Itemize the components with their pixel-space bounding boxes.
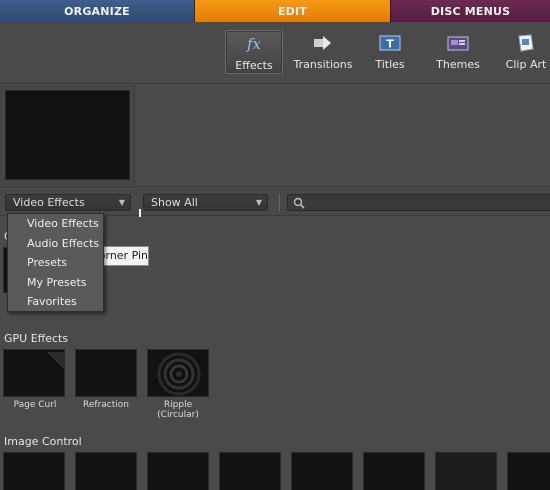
- preview-panel: [0, 85, 135, 185]
- search-input[interactable]: [287, 194, 550, 211]
- effect-thumbnail[interactable]: [435, 452, 497, 490]
- titles-icon: T: [379, 33, 401, 53]
- effect-thumbnail[interactable]: [291, 452, 353, 490]
- effect-thumbnail[interactable]: [507, 452, 550, 490]
- clip-art-label: Clip Art: [505, 58, 547, 71]
- tab-disc-menus[interactable]: DISC MENUS: [390, 0, 550, 22]
- transitions-label: Transitions: [293, 58, 353, 71]
- show-filter-value: Show All: [151, 196, 198, 209]
- mode-tabs: ORGANIZE EDIT DISC MENUS: [0, 0, 550, 22]
- effect-thumbnail[interactable]: [219, 452, 281, 490]
- clip-art-button[interactable]: Clip Art: [505, 30, 547, 74]
- effect-label-refraction: Refraction: [83, 400, 129, 410]
- themes-icon: [447, 33, 469, 53]
- titles-button[interactable]: T Titles: [370, 30, 410, 74]
- effect-info-panel: [136, 85, 550, 185]
- transitions-icon: [312, 33, 334, 53]
- tab-organize[interactable]: ORGANIZE: [0, 0, 195, 22]
- section-title-gpu-effects: GPU Effects: [4, 332, 69, 345]
- section-title-image-control: Image Control: [4, 435, 82, 448]
- effects-label: Effects: [235, 59, 273, 72]
- preview-area: [0, 85, 550, 185]
- effect-thumbnail[interactable]: [3, 452, 65, 490]
- effect-thumbnail[interactable]: [363, 452, 425, 490]
- menu-item-my-presets[interactable]: My Presets: [8, 273, 103, 293]
- menu-item-favorites[interactable]: Favorites: [8, 292, 103, 312]
- transitions-button[interactable]: Transitions: [292, 30, 354, 74]
- show-filter-dropdown[interactable]: Show All ▼: [143, 194, 268, 211]
- category-dropdown[interactable]: Video Effects ▼: [5, 194, 131, 211]
- effects-icon: fx: [246, 35, 261, 53]
- category-dropdown-menu: Video Effects Audio Effects Presets My P…: [7, 213, 104, 312]
- effect-label-page-curl: Page Curl: [13, 400, 57, 410]
- effect-thumbnail-ripple-circular[interactable]: [147, 349, 209, 397]
- tab-edit[interactable]: EDIT: [195, 0, 390, 22]
- edit-toolbar: fx Effects Transitions T Titles Themes C…: [0, 22, 550, 84]
- menu-item-audio-effects[interactable]: Audio Effects: [8, 234, 103, 254]
- menu-item-video-effects[interactable]: Video Effects: [8, 214, 103, 234]
- effect-thumbnail-page-curl[interactable]: [3, 349, 65, 397]
- chevron-down-icon: ▼: [118, 198, 125, 207]
- divider: [279, 194, 280, 211]
- effect-label-ripple-circular: (Circular): [157, 410, 199, 420]
- effect-thumbnail[interactable]: [75, 452, 137, 490]
- search-icon: [293, 197, 305, 209]
- effects-button[interactable]: fx Effects: [225, 30, 283, 74]
- svg-text:T: T: [386, 38, 394, 51]
- clip-art-icon: [515, 33, 537, 53]
- effect-thumbnail-refraction[interactable]: [75, 349, 137, 397]
- themes-label: Themes: [436, 58, 480, 71]
- effect-label-ripple: Ripple: [163, 400, 193, 410]
- category-dropdown-value: Video Effects: [13, 196, 85, 209]
- menu-item-presets[interactable]: Presets: [8, 253, 103, 273]
- effect-preview-thumbnail: [5, 90, 130, 180]
- titles-label: Titles: [375, 58, 405, 71]
- chevron-down-icon: ▼: [255, 198, 262, 207]
- filter-bar: Video Effects ▼ Show All ▼: [0, 186, 550, 216]
- themes-button[interactable]: Themes: [435, 30, 481, 74]
- effect-thumbnail[interactable]: [147, 452, 209, 490]
